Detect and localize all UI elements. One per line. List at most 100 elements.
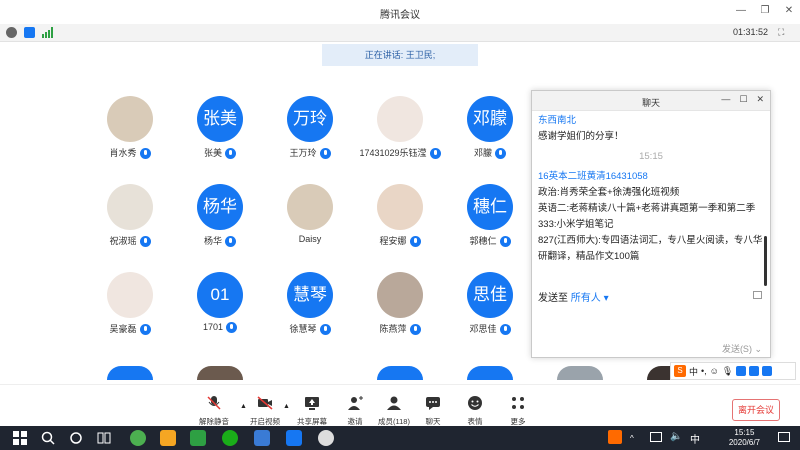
app-icon[interactable] xyxy=(130,430,146,446)
participant-tile[interactable]: 慧琴 徐慧琴 xyxy=(265,272,355,352)
system-clock[interactable]: 15:15 2020/6/7 xyxy=(729,428,760,448)
tencent-meeting-icon[interactable] xyxy=(286,430,302,446)
notification-icon[interactable] xyxy=(778,432,790,442)
avatar: 慧琴 xyxy=(287,272,333,318)
mic-icon[interactable]: 🎙 xyxy=(722,366,733,377)
send-to-target[interactable]: 所有人 xyxy=(571,293,601,304)
clock-date: 2020/6/7 xyxy=(728,438,760,447)
participant-name-text: 程安娜 xyxy=(379,236,407,246)
info-icon[interactable] xyxy=(6,27,17,38)
participant-tile[interactable]: Daisy xyxy=(265,184,355,264)
members-button[interactable]: 成员(118) xyxy=(372,389,416,427)
sogou-icon[interactable]: S xyxy=(674,365,686,377)
participant-tile[interactable]: 祝淑瑶 xyxy=(85,184,175,264)
network-icon[interactable] xyxy=(650,432,662,442)
emoji-icon[interactable]: ☺ xyxy=(710,366,719,376)
chat-input[interactable] xyxy=(536,305,766,341)
participant-name-text: 陈燕萍 xyxy=(379,324,407,334)
participant-name-text: 邓朦 xyxy=(473,148,492,158)
members-icon xyxy=(387,396,401,410)
avatar xyxy=(107,366,153,380)
participant-tile[interactable]: 17431029乐钰滢 xyxy=(355,96,445,176)
participant-tile[interactable]: 穗仁 郭穗仁 xyxy=(445,184,535,264)
message-sender: 东西南北 xyxy=(538,115,577,126)
participant-tile[interactable]: 肖水秀 xyxy=(85,96,175,176)
punctuation-icon[interactable]: •, xyxy=(701,366,707,376)
app-icon[interactable] xyxy=(160,430,176,446)
toolbox-icon[interactable] xyxy=(762,366,773,376)
app-icon[interactable] xyxy=(254,430,270,446)
cortana-icon[interactable] xyxy=(68,430,84,446)
message-line: 333:小米学姐笔记 xyxy=(538,219,614,230)
participant-tile[interactable]: 邓朦 邓朦 xyxy=(445,96,535,176)
chevron-up-icon[interactable]: ^ xyxy=(630,434,634,443)
participant-name: 17431029乐钰滢 xyxy=(355,146,445,160)
wechat-icon[interactable] xyxy=(222,430,238,446)
chat-panel: 聊天 — ☐ ✕ 东西南北 感谢学姐们的分享！ 15:15 16英本二班黄清16… xyxy=(531,90,771,358)
sogou-icon[interactable] xyxy=(608,430,622,444)
mic-icon xyxy=(139,236,151,248)
participant-name: 祝淑瑶 xyxy=(85,234,175,248)
more-button[interactable]: 更多 xyxy=(496,389,540,427)
chevron-down-icon[interactable]: ⌄ xyxy=(754,344,762,354)
chevron-up-icon[interactable]: ▲ xyxy=(283,403,290,410)
mic-icon xyxy=(409,236,421,248)
emoji-button[interactable]: 表情 xyxy=(453,389,497,427)
participant-tile[interactable]: 张美 张美 xyxy=(175,96,265,176)
unmute-button[interactable]: 解除静音 xyxy=(192,389,236,427)
app-icon[interactable] xyxy=(318,430,334,446)
leave-meeting-button[interactable]: 离开会议 xyxy=(732,399,780,421)
shield-icon[interactable] xyxy=(24,27,35,38)
chat-button[interactable]: 聊天 xyxy=(411,389,455,427)
participant-tile[interactable]: 思佳 邓思佳 xyxy=(445,272,535,352)
mic-icon xyxy=(226,322,238,334)
chat-scrollbar[interactable] xyxy=(764,236,767,286)
participant-name-text: Daisy xyxy=(298,234,322,244)
app-icon[interactable] xyxy=(190,430,206,446)
more-icon xyxy=(512,397,524,409)
participant-tile[interactable]: 陈燕萍 xyxy=(355,272,445,352)
participant-tile[interactable]: 程安娜 xyxy=(355,184,445,264)
chat-icon xyxy=(426,397,440,410)
maximize-icon[interactable]: ☐ xyxy=(739,94,747,105)
restore-icon[interactable]: ❐ xyxy=(760,4,770,18)
windows-start-icon[interactable] xyxy=(12,430,28,446)
search-icon[interactable] xyxy=(40,430,56,446)
chevron-down-icon[interactable]: ▾ xyxy=(604,293,609,304)
volume-icon[interactable]: 🔈 xyxy=(670,431,682,442)
participant-name-text: 徐慧琴 xyxy=(289,324,317,334)
avatar xyxy=(377,272,423,318)
invite-button[interactable]: 邀请 xyxy=(333,389,377,427)
message-timestamp: 15:15 xyxy=(639,151,663,162)
file-icon[interactable] xyxy=(753,291,762,299)
close-icon[interactable]: ✕ xyxy=(784,4,794,18)
participant-tile[interactable]: 01 1701 xyxy=(175,272,265,352)
minimize-icon[interactable]: — xyxy=(721,94,730,105)
avatar xyxy=(377,184,423,230)
send-to-selector[interactable]: 发送至 所有人 ▾ xyxy=(538,289,609,304)
minimize-icon[interactable]: — xyxy=(736,4,746,18)
send-button[interactable]: 发送(S) ⌄ xyxy=(722,342,762,355)
start-video-button[interactable]: 开启视频 xyxy=(243,389,287,427)
ime-indicator[interactable]: 中 xyxy=(690,431,700,446)
keyboard-icon[interactable] xyxy=(736,366,747,376)
participant-tile[interactable]: 杨华 杨华 xyxy=(175,184,265,264)
task-view-icon[interactable] xyxy=(96,430,112,446)
participant-name: 邓思佳 xyxy=(445,322,535,336)
ime-language[interactable]: 中 xyxy=(689,365,698,378)
meeting-timer: 01:31:52 xyxy=(732,27,768,37)
title-bar: 腾讯会议 — ❐ ✕ xyxy=(0,0,800,24)
skin-icon[interactable] xyxy=(749,366,760,376)
signal-icon[interactable] xyxy=(42,27,54,38)
share-screen-button[interactable]: 共享屏幕 xyxy=(290,389,334,427)
avatar: 01 xyxy=(197,272,243,318)
participant-tile[interactable]: 吴豪磊 xyxy=(85,272,175,352)
avatar: 万玲 xyxy=(287,96,333,142)
avatar: 邓朦 xyxy=(467,96,513,142)
participant-tile[interactable]: 万玲 王万玲 xyxy=(265,96,355,176)
avatar xyxy=(377,366,423,380)
close-icon[interactable]: ✕ xyxy=(756,94,764,105)
emoji-icon xyxy=(468,396,482,410)
participant-name: 张美 xyxy=(175,146,265,160)
fullscreen-icon[interactable]: ⛶ xyxy=(778,27,790,38)
